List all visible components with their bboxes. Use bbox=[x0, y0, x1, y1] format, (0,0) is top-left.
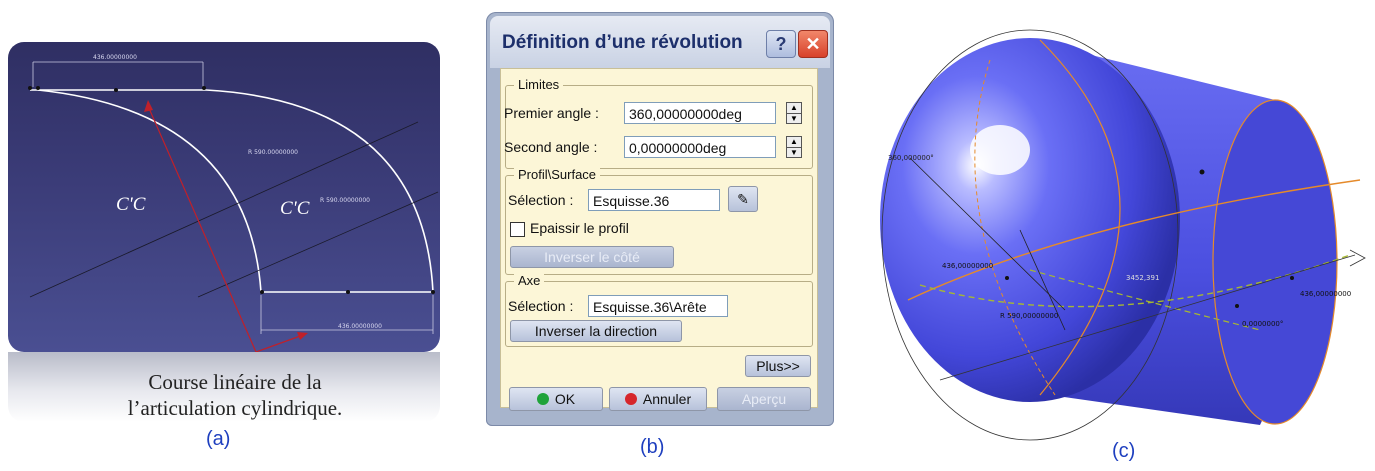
thicken-profile-checkbox[interactable] bbox=[510, 222, 525, 237]
dialog-titlebar: Définition d’une révolution ? ✕ bbox=[490, 16, 830, 68]
cc-right-label: C'C bbox=[280, 198, 310, 219]
render-panel: 360,000000° 436,00000000 436,00000000 R … bbox=[880, 0, 1375, 466]
limits-group: Limites Premier angle : 360,00000000deg … bbox=[504, 77, 813, 169]
pencil-icon: ✎ bbox=[737, 191, 749, 207]
ok-icon bbox=[536, 393, 549, 405]
dialog-title: Définition d’une révolution bbox=[502, 32, 743, 53]
first-angle-spinner[interactable]: ▲ ▼ bbox=[786, 102, 802, 124]
cancel-label: Annuler bbox=[642, 391, 692, 407]
profile-legend: Profil\Surface bbox=[514, 167, 601, 182]
mid-text: 3452,391 bbox=[1126, 274, 1159, 282]
dim-top-text: 436.00000000 bbox=[93, 54, 137, 61]
limits-legend: Limites bbox=[514, 77, 564, 92]
first-angle-field[interactable]: 360,00000000deg bbox=[624, 102, 776, 124]
second-angle-field[interactable]: 0,00000000deg bbox=[624, 136, 776, 158]
figure-label-c: (c) bbox=[1112, 440, 1136, 462]
figure-label-a: (a) bbox=[206, 428, 231, 450]
close-button[interactable]: ✕ bbox=[798, 30, 828, 58]
dim-bottom-text: 436.00000000 bbox=[338, 323, 382, 330]
ok-button[interactable]: OK bbox=[509, 387, 603, 411]
second-angle-spinner[interactable]: ▲ ▼ bbox=[786, 136, 802, 158]
profile-selection-field[interactable]: Esquisse.36 bbox=[588, 189, 720, 211]
thicken-profile-label: Epaissir le profil bbox=[530, 220, 629, 236]
dim-2-text: 436,00000000 bbox=[1300, 290, 1351, 298]
profile-selection-label: Sélection : bbox=[508, 192, 574, 208]
reverse-side-button[interactable]: Inverser le côté bbox=[510, 246, 674, 268]
cancel-button[interactable]: Annuler bbox=[609, 387, 707, 411]
second-angle-label: Second angle : bbox=[504, 139, 598, 155]
caption-line-2: l’articulation cylindrique. bbox=[127, 396, 343, 420]
profile-group: Profil\Surface Sélection : Esquisse.36 ✎… bbox=[505, 167, 813, 275]
caption-line-1: Course linéaire de la bbox=[148, 370, 322, 394]
axis-legend: Axe bbox=[514, 273, 545, 288]
preview-button[interactable]: Aperçu bbox=[717, 387, 811, 411]
help-button[interactable]: ? bbox=[766, 30, 796, 58]
revolution-render: 360,000000° 436,00000000 436,00000000 R … bbox=[880, 29, 1366, 441]
dialog-body: Limites Premier angle : 360,00000000deg … bbox=[500, 68, 818, 411]
sketch-drawing: 436.00000000 R 590.00000000 R 590.000000… bbox=[28, 54, 439, 352]
first-angle-label: Premier angle : bbox=[504, 105, 599, 121]
small-angle-text: 0,0000000° bbox=[1242, 320, 1283, 328]
cc-left-label: C'C bbox=[116, 194, 146, 215]
figure-label-b: (b) bbox=[640, 436, 665, 458]
ok-label: OK bbox=[554, 391, 576, 407]
dim-1-text: 436,00000000 bbox=[942, 262, 993, 270]
radius-2-text: R 590.00000000 bbox=[320, 197, 370, 204]
reverse-direction-button[interactable]: Inverser la direction bbox=[510, 320, 682, 342]
cancel-icon bbox=[624, 393, 637, 405]
axis-selection-label: Sélection : bbox=[508, 298, 574, 314]
sketch-edit-button[interactable]: ✎ bbox=[728, 186, 758, 212]
more-button[interactable]: Plus>> bbox=[745, 355, 811, 377]
sketch-panel: 436.00000000 R 590.00000000 R 590.000000… bbox=[8, 42, 440, 352]
radius-1-text: R 590.00000000 bbox=[248, 149, 298, 156]
axis-selection-field[interactable]: Esquisse.36\Arête bbox=[588, 295, 728, 317]
axis-group: Axe Sélection : Esquisse.36\Arête Invers… bbox=[505, 273, 813, 347]
revolution-dialog: Définition d’une révolution ? ✕ Limites … bbox=[486, 12, 834, 426]
radius-text: R 590,00000000 bbox=[1000, 312, 1058, 320]
angle-text: 360,000000° bbox=[888, 154, 934, 162]
